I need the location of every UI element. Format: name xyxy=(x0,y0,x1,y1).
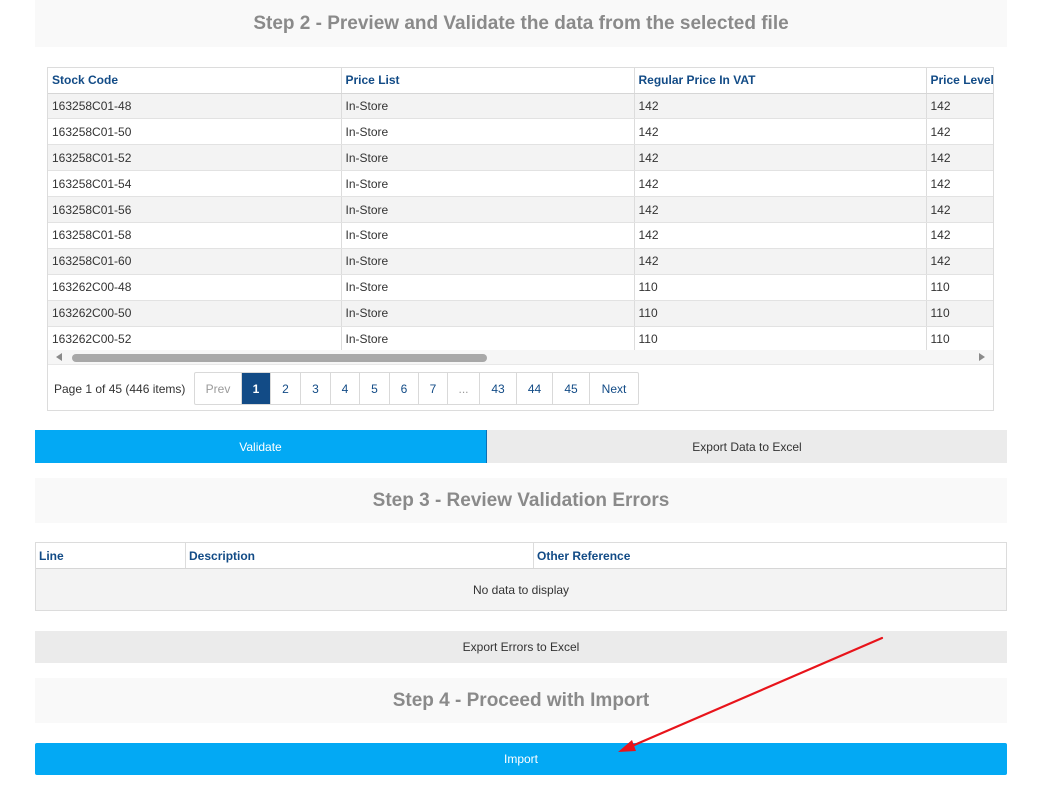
horizontal-scrollbar[interactable] xyxy=(48,350,993,365)
cell-price-level1: 142 xyxy=(926,248,993,275)
scroll-right-icon[interactable] xyxy=(979,353,985,361)
validation-errors-grid: Line Description Other Reference No data… xyxy=(35,542,1007,611)
step2-title: Step 2 - Preview and Validate the data f… xyxy=(35,0,1007,47)
table-row[interactable]: 163258C01-48 In-Store 142 142 xyxy=(48,93,993,120)
cell-price-list: In-Store xyxy=(341,274,635,301)
preview-table: Stock Code Price List Regular Price In V… xyxy=(48,68,993,350)
cell-price-level1: 110 xyxy=(926,300,993,327)
pager-page-45[interactable]: 45 xyxy=(553,373,590,404)
table-row[interactable]: 163262C00-52 In-Store 110 110 xyxy=(48,326,993,350)
cell-regular-price: 142 xyxy=(634,118,927,146)
errors-empty-message: No data to display xyxy=(36,569,1006,610)
pager-next[interactable]: Next xyxy=(590,373,638,404)
cell-price-level1: 142 xyxy=(926,93,993,120)
column-header-regular-price[interactable]: Regular Price In VAT xyxy=(634,68,927,94)
cell-stock-code: 163258C01-52 xyxy=(48,144,342,172)
table-row[interactable]: 163258C01-60 In-Store 142 142 xyxy=(48,248,993,275)
table-row[interactable]: 163258C01-58 In-Store 142 142 xyxy=(48,222,993,249)
step4-title: Step 4 - Proceed with Import xyxy=(35,678,1007,723)
cell-price-list: In-Store xyxy=(341,248,635,275)
cell-regular-price: 110 xyxy=(634,274,927,301)
cell-price-list: In-Store xyxy=(341,144,635,172)
cell-price-list: In-Store xyxy=(341,93,635,120)
errors-header-row: Line Description Other Reference xyxy=(36,543,1006,569)
cell-price-list: In-Store xyxy=(341,170,635,198)
table-row[interactable]: 163258C01-54 In-Store 142 142 xyxy=(48,170,993,198)
pager-page-4[interactable]: 4 xyxy=(331,373,360,404)
step3-title: Step 3 - Review Validation Errors xyxy=(35,478,1007,523)
cell-stock-code: 163258C01-60 xyxy=(48,248,342,275)
export-data-to-excel-button[interactable]: Export Data to Excel xyxy=(487,430,1007,463)
cell-stock-code: 163258C01-48 xyxy=(48,93,342,120)
pager-page-5[interactable]: 5 xyxy=(360,373,390,404)
pager-page-1[interactable]: 1 xyxy=(242,373,271,404)
validate-button[interactable]: Validate xyxy=(35,430,487,463)
column-header-price-level1[interactable]: Price Level1 xyxy=(926,68,993,94)
cell-price-list: In-Store xyxy=(341,118,635,146)
cell-price-level1: 110 xyxy=(926,274,993,301)
cell-regular-price: 142 xyxy=(634,144,927,172)
cell-stock-code: 163258C01-56 xyxy=(48,196,342,223)
cell-price-level1: 142 xyxy=(926,196,993,223)
cell-price-level1: 142 xyxy=(926,222,993,249)
column-header-price-list[interactable]: Price List xyxy=(341,68,635,94)
cell-price-list: In-Store xyxy=(341,196,635,223)
column-header-line[interactable]: Line xyxy=(36,543,186,568)
pager-page-3[interactable]: 3 xyxy=(301,373,331,404)
import-button[interactable]: Import xyxy=(35,743,1007,775)
cell-regular-price: 142 xyxy=(634,196,927,223)
table-row[interactable]: 163258C01-52 In-Store 142 142 xyxy=(48,144,993,172)
cell-regular-price: 142 xyxy=(634,93,927,120)
table-row[interactable]: 163262C00-48 In-Store 110 110 xyxy=(48,274,993,301)
pager-page-7[interactable]: 7 xyxy=(419,373,448,404)
cell-regular-price: 142 xyxy=(634,170,927,198)
cell-regular-price: 110 xyxy=(634,326,927,350)
scrollbar-thumb[interactable] xyxy=(72,354,487,362)
cell-stock-code: 163258C01-54 xyxy=(48,170,342,198)
preview-header-row: Stock Code Price List Regular Price In V… xyxy=(48,68,993,94)
cell-price-list: In-Store xyxy=(341,326,635,350)
export-errors-to-excel-button[interactable]: Export Errors to Excel xyxy=(35,631,1007,663)
pager-page-43[interactable]: 43 xyxy=(480,373,517,404)
column-header-other-reference[interactable]: Other Reference xyxy=(534,543,1006,568)
pager-ellipsis[interactable]: ... xyxy=(448,373,480,404)
cell-regular-price: 110 xyxy=(634,300,927,327)
table-row[interactable]: 163262C00-50 In-Store 110 110 xyxy=(48,300,993,327)
cell-price-list: In-Store xyxy=(341,300,635,327)
cell-stock-code: 163262C00-48 xyxy=(48,274,342,301)
cell-regular-price: 142 xyxy=(634,222,927,249)
pager: Prev 1 2 3 4 5 6 7 ... 43 44 45 Next xyxy=(194,372,639,405)
cell-price-list: In-Store xyxy=(341,222,635,249)
pager-summary: Page 1 of 45 (446 items) xyxy=(54,382,186,396)
cell-stock-code: 163262C00-52 xyxy=(48,326,342,350)
pager-prev[interactable]: Prev xyxy=(195,373,242,404)
table-row[interactable]: 163258C01-50 In-Store 142 142 xyxy=(48,118,993,146)
cell-stock-code: 163258C01-58 xyxy=(48,222,342,249)
preview-grid: Stock Code Price List Regular Price In V… xyxy=(47,67,994,411)
column-header-description[interactable]: Description xyxy=(186,543,534,568)
pager-page-2[interactable]: 2 xyxy=(271,373,301,404)
cell-regular-price: 142 xyxy=(634,248,927,275)
scroll-left-icon[interactable] xyxy=(56,353,62,361)
pager-page-6[interactable]: 6 xyxy=(390,373,419,404)
cell-price-level1: 110 xyxy=(926,326,993,350)
cell-stock-code: 163262C00-50 xyxy=(48,300,342,327)
table-row[interactable]: 163258C01-56 In-Store 142 142 xyxy=(48,196,993,223)
column-header-stock-code[interactable]: Stock Code xyxy=(48,68,342,94)
cell-price-level1: 142 xyxy=(926,144,993,172)
cell-stock-code: 163258C01-50 xyxy=(48,118,342,146)
cell-price-level1: 142 xyxy=(926,170,993,198)
pager-page-44[interactable]: 44 xyxy=(517,373,553,404)
cell-price-level1: 142 xyxy=(926,118,993,146)
preview-grid-body: Stock Code Price List Regular Price In V… xyxy=(48,68,993,350)
